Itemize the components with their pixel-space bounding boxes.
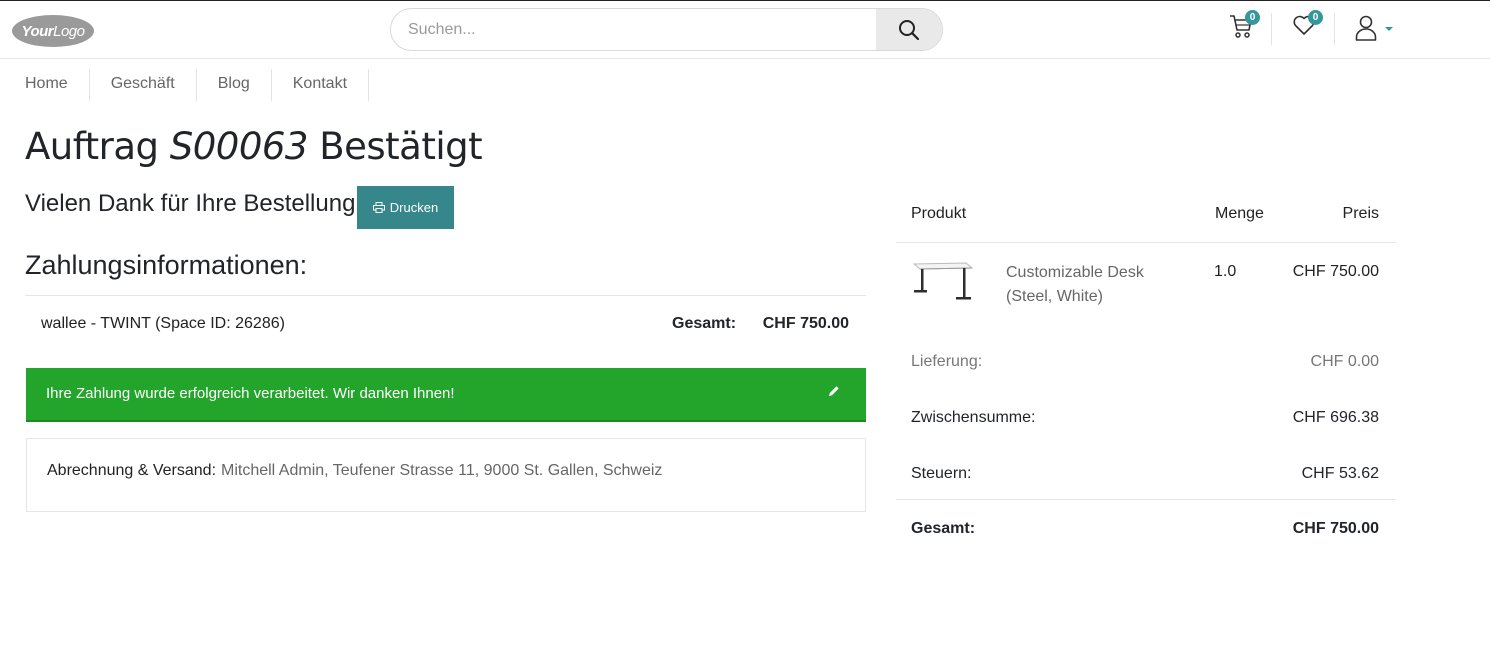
edit-button[interactable] xyxy=(828,384,840,401)
nav-item-home[interactable]: Home xyxy=(25,69,90,101)
caret-down-icon xyxy=(1385,27,1393,31)
billing-shipping-box: Abrechnung & Versand: Mitchell Admin, Te… xyxy=(26,438,866,512)
payment-method: wallee - TWINT (Space ID: 26286) xyxy=(41,315,285,332)
product-row: Customizable Desk (Steel, White) 1.0 CHF… xyxy=(896,243,1396,331)
nav-item-shop[interactable]: Geschäft xyxy=(90,69,197,101)
product-image[interactable] xyxy=(911,260,975,308)
thank-you-message: Vielen Dank für Ihre Bestellung xyxy=(25,190,356,217)
col-product: Produkt xyxy=(911,205,967,222)
title-suffix: Bestätigt xyxy=(319,125,483,168)
total-label: Gesamt: xyxy=(911,520,976,537)
product-name[interactable]: Customizable Desk (Steel, White) xyxy=(1006,261,1166,309)
subtotal-row: Zwischensumme: CHF 696.38 xyxy=(896,387,1396,443)
tax-label: Steuern: xyxy=(911,465,972,482)
site-header: YourLogo 0 0 xyxy=(0,1,1490,59)
svg-text:YourLogo: YourLogo xyxy=(22,23,85,40)
shipping-row: Lieferung: CHF 0.00 xyxy=(896,331,1396,387)
tax-row: Steuern: CHF 53.62 xyxy=(896,443,1396,499)
wishlist-link[interactable]: 0 xyxy=(1292,10,1323,42)
shipping-value: CHF 0.00 xyxy=(1310,353,1379,370)
cart-count-badge: 0 xyxy=(1245,10,1260,25)
site-logo[interactable]: YourLogo xyxy=(11,14,95,48)
summary-header: Produkt Menge Preis xyxy=(896,191,1396,243)
nav-item-contact[interactable]: Kontakt xyxy=(272,69,370,101)
user-menu[interactable] xyxy=(1355,14,1393,47)
order-number: S00063 xyxy=(169,125,309,168)
total-row: Gesamt: CHF 750.00 xyxy=(896,499,1396,555)
search-icon xyxy=(899,19,920,40)
payment-row: wallee - TWINT (Space ID: 26286) Gesamt:… xyxy=(25,296,866,352)
pencil-icon xyxy=(829,386,839,396)
payment-heading: Zahlungsinformationen: xyxy=(25,250,308,280)
product-price: CHF 750.00 xyxy=(1292,263,1379,280)
print-button-label: Drucken xyxy=(389,200,439,215)
wishlist-count-badge: 0 xyxy=(1308,10,1323,25)
subtotal-label: Zwischensumme: xyxy=(911,409,1036,426)
page-title: Auftrag S00063 Bestätigt xyxy=(25,125,483,168)
shipping-label: Lieferung: xyxy=(911,353,983,370)
main-nav: Home Geschäft Blog Kontakt xyxy=(25,69,370,101)
product-quantity: 1.0 xyxy=(1214,263,1237,280)
user-icon xyxy=(1355,15,1377,41)
nav-item-blog[interactable]: Blog xyxy=(197,69,272,101)
header-divider xyxy=(1271,13,1272,45)
search-button[interactable] xyxy=(876,9,942,50)
payment-total-value: CHF 750.00 xyxy=(762,315,849,332)
subtotal-value: CHF 696.38 xyxy=(1292,409,1379,426)
search-input[interactable] xyxy=(391,9,877,50)
order-summary: Produkt Menge Preis Customizable Desk (S… xyxy=(896,191,1396,555)
tax-value: CHF 53.62 xyxy=(1301,465,1379,482)
search-bar xyxy=(390,8,943,51)
address-value: Mitchell Admin, Teufener Strasse 11, 900… xyxy=(221,462,663,479)
address-label: Abrechnung & Versand: xyxy=(47,462,217,479)
print-button[interactable]: Drucken xyxy=(357,186,454,229)
total-value: CHF 750.00 xyxy=(1292,520,1379,537)
title-prefix: Auftrag xyxy=(25,125,159,168)
header-divider xyxy=(1334,13,1335,45)
col-price: Preis xyxy=(1342,205,1379,222)
cart-link[interactable]: 0 xyxy=(1229,10,1260,44)
payment-success-alert: Ihre Zahlung wurde erfolgreich verarbeit… xyxy=(26,368,866,422)
payment-total-label: Gesamt: xyxy=(672,315,737,332)
printer-icon xyxy=(372,202,385,213)
success-message: Ihre Zahlung wurde erfolgreich verarbeit… xyxy=(46,385,455,402)
col-quantity: Menge xyxy=(1215,205,1264,222)
